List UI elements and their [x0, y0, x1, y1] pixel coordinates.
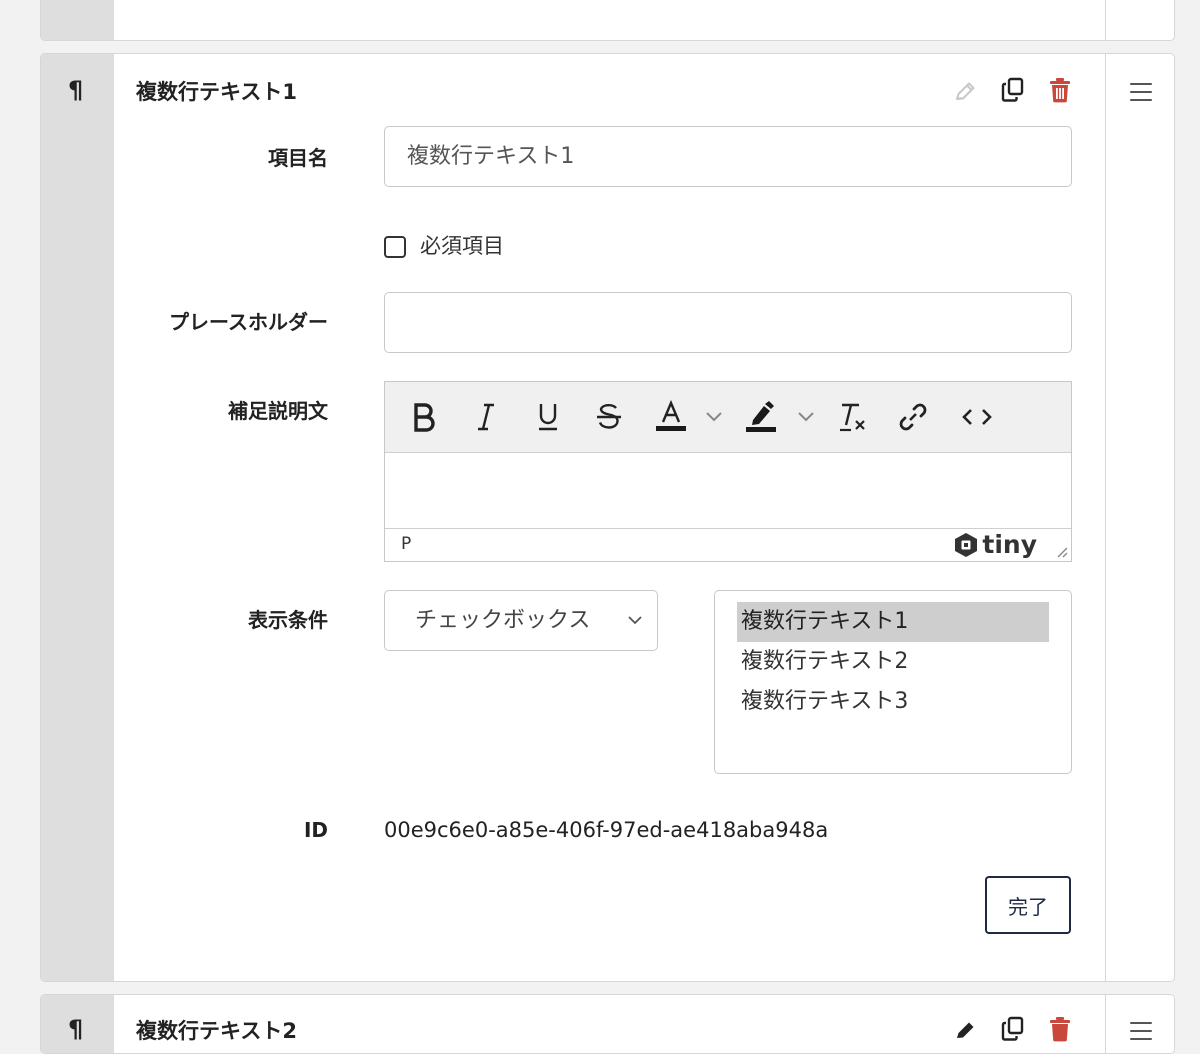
highlight-color-dropdown[interactable] — [795, 400, 817, 434]
underline-button[interactable] — [531, 400, 565, 434]
text-color-dropdown[interactable] — [703, 400, 725, 434]
card-gutter: ¶ — [41, 995, 114, 1053]
list-option[interactable]: 複数行テキスト2 — [737, 642, 1049, 682]
description-label: 補足説明文 — [228, 399, 328, 423]
card-drag-column — [1105, 54, 1174, 981]
pencil-icon[interactable] — [951, 1017, 979, 1045]
link-icon — [899, 403, 927, 431]
code-icon — [962, 409, 992, 425]
bold-button[interactable] — [407, 400, 441, 434]
tiny-brand-icon — [955, 532, 978, 557]
trash-icon[interactable] — [1046, 76, 1074, 104]
display-condition-label: 表示条件 — [248, 608, 328, 632]
text-color-icon — [656, 400, 686, 431]
card-drag-column — [1105, 0, 1174, 40]
copy-icon[interactable] — [999, 76, 1027, 104]
pilcrow-icon: ¶ — [68, 76, 84, 104]
source-code-button[interactable] — [959, 400, 995, 434]
pencil-icon[interactable] — [951, 78, 979, 106]
italic-icon — [478, 403, 494, 431]
tiny-brand-text: tiny — [982, 530, 1037, 559]
clear-formatting-button[interactable] — [835, 400, 869, 434]
italic-button[interactable] — [469, 400, 503, 434]
list-option[interactable]: 複数行テキスト1 — [737, 602, 1049, 642]
editor-toolbar — [385, 382, 1071, 453]
highlighter-icon — [746, 401, 776, 432]
copy-icon[interactable] — [999, 1015, 1027, 1043]
card-title: 複数行テキスト1 — [136, 80, 297, 104]
bold-icon — [414, 403, 435, 432]
chevron-down-icon — [628, 616, 642, 625]
highlight-color-button[interactable] — [743, 400, 779, 434]
required-checkbox[interactable] — [384, 236, 406, 258]
trash-icon[interactable] — [1046, 1015, 1074, 1043]
hamburger-icon[interactable] — [1130, 83, 1152, 101]
field-card: ¶ 複数行テキスト1 項目名 複数行テキスト1 必須項目 プレースホルダー 補足… — [40, 53, 1175, 982]
clear-formatting-icon — [840, 403, 865, 432]
editor-statusbar: P tiny — [385, 528, 1071, 561]
list-option[interactable]: 複数行テキスト3 — [737, 682, 1049, 722]
chevron-down-icon — [706, 412, 722, 422]
field-card-next: ¶ 複数行テキスト2 — [40, 994, 1175, 1054]
field-card-previous — [40, 0, 1175, 41]
chevron-down-icon — [798, 412, 814, 422]
item-name-label: 項目名 — [268, 146, 328, 170]
placeholder-label: プレースホルダー — [169, 310, 328, 334]
strikethrough-button[interactable] — [592, 400, 626, 434]
condition-type-value: チェックボックス — [415, 608, 591, 633]
hamburger-icon[interactable] — [1130, 1022, 1152, 1040]
link-button[interactable] — [895, 400, 931, 434]
text-color-button[interactable] — [653, 400, 689, 434]
id-label: ID — [303, 818, 328, 842]
card-gutter: ¶ — [41, 54, 114, 981]
card-drag-column — [1105, 995, 1174, 1053]
card-gutter — [41, 0, 114, 40]
done-button[interactable]: 完了 — [985, 876, 1071, 934]
card-title: 複数行テキスト2 — [136, 1019, 297, 1043]
id-value: 00e9c6e0-a85e-406f-97ed-ae418aba948a — [384, 818, 829, 842]
condition-type-select[interactable]: チェックボックス — [384, 590, 658, 651]
strikethrough-icon — [597, 403, 621, 429]
placeholder-input[interactable] — [384, 292, 1072, 353]
tiny-logo[interactable]: tiny — [953, 530, 1037, 559]
pilcrow-icon: ¶ — [68, 1015, 84, 1043]
item-name-input[interactable]: 複数行テキスト1 — [384, 126, 1072, 187]
condition-target-listbox[interactable]: 複数行テキスト1 複数行テキスト2 複数行テキスト3 — [714, 590, 1072, 774]
resize-handle-icon[interactable] — [1054, 544, 1068, 558]
underline-icon — [539, 404, 557, 431]
rich-text-editor: P tiny — [384, 381, 1072, 562]
required-checkbox-label: 必須項目 — [420, 234, 504, 258]
element-path[interactable]: P — [401, 534, 411, 554]
